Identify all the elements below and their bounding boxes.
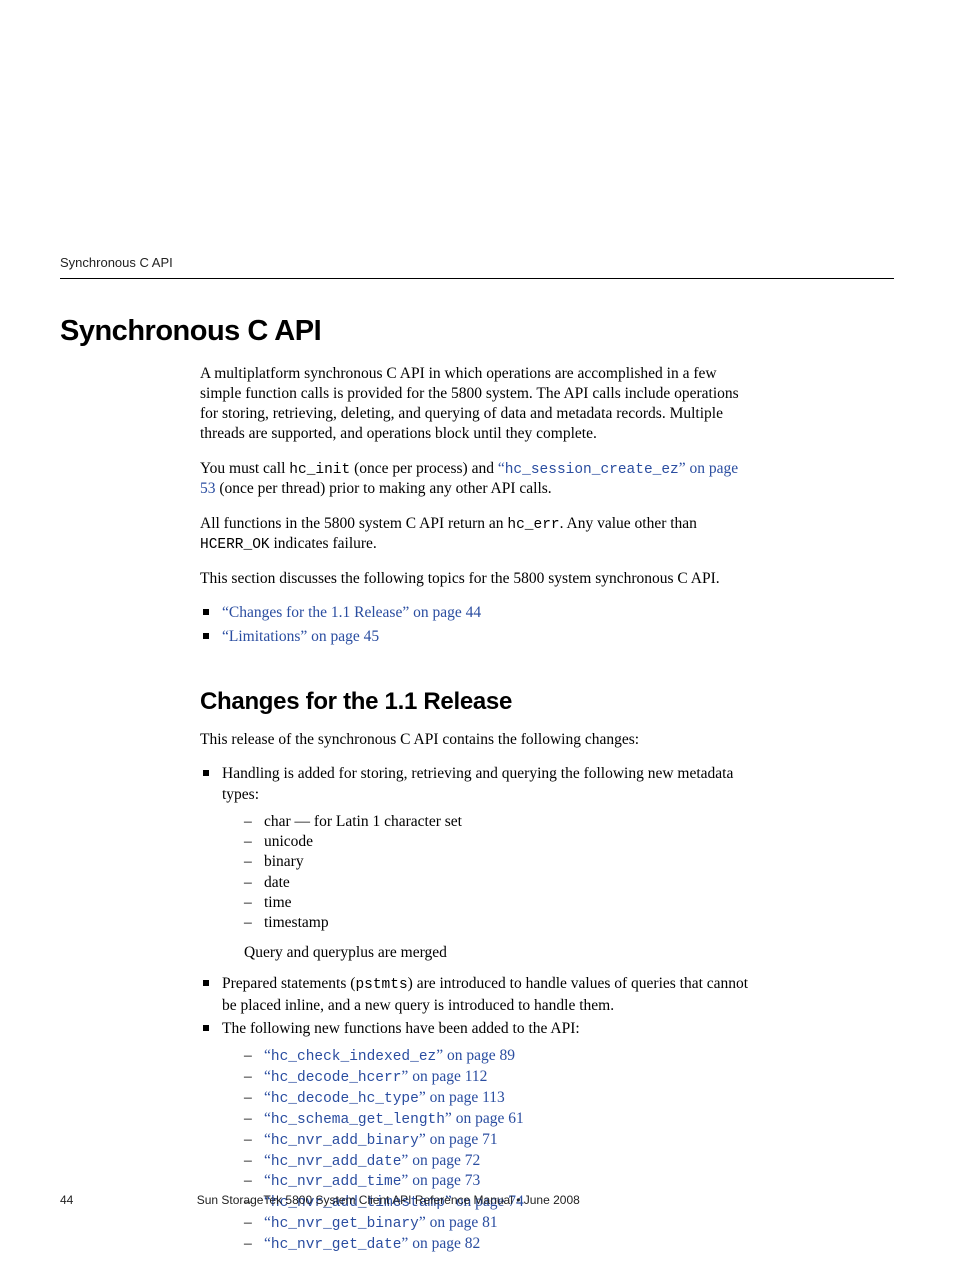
code-hc-err: hc_err [507,517,559,533]
list-item: Handling is added for storing, retrievin… [200,764,754,964]
list-item: date [244,873,754,893]
func-code: hc_nvr_get_date [271,1237,402,1253]
list-item: “hc_nvr_get_binary” on page 81 [244,1213,754,1234]
func-code: hc_nvr_get_binary [271,1216,419,1232]
link-func[interactable]: “hc_nvr_add_date” on page 72 [264,1152,480,1169]
link-func[interactable]: “hc_check_indexed_ez” on page 89 [264,1047,515,1064]
list-item: “hc_decode_hc_type” on page 113 [244,1088,754,1109]
list-item: “Changes for the 1.1 Release” on page 44 [200,603,754,624]
link-func[interactable]: “hc_decode_hc_type” on page 113 [264,1089,505,1106]
page: Synchronous C API Synchronous C API A mu… [0,0,954,1235]
func-code: hc_check_indexed_ez [271,1049,436,1065]
running-header: Synchronous C API [60,255,894,279]
link-tail: on page 71 [426,1131,498,1148]
link-func[interactable]: “hc_schema_get_length” on page 61 [264,1110,524,1127]
func-code: hc_nvr_add_date [271,1154,402,1170]
link-changes-release[interactable]: “Changes for the 1.1 Release” on page 44 [222,604,481,621]
list-item: timestamp [244,913,754,933]
changes-list: Handling is added for storing, retrievin… [200,764,754,1254]
list-item: “hc_nvr_add_date” on page 72 [244,1151,754,1172]
text: (once per thread) prior to making any ot… [216,480,552,497]
link-tail: on page 113 [426,1089,505,1106]
link-tail: on page 73 [408,1172,480,1189]
text: . Any value other than [560,515,697,532]
link-tail: on page 72 [408,1152,480,1169]
page-footer: 44 Sun StorageTek 5800 System Client API… [60,1193,894,1207]
func-code: hc_nvr_add_time [271,1174,402,1190]
text: The following new functions have been ad… [222,1020,580,1037]
link-func[interactable]: “hc_nvr_get_date” on page 82 [264,1235,480,1252]
list-item: “hc_nvr_add_time” on page 73 [244,1171,754,1192]
functions-list: “hc_check_indexed_ez” on page 89 “hc_dec… [244,1046,754,1254]
func-code: hc_decode_hc_type [271,1091,419,1107]
merged-note: Query and queryplus are merged [244,943,754,964]
list-item: “hc_schema_get_length” on page 61 [244,1109,754,1130]
link-tail: on page 81 [426,1214,498,1231]
link-tail: on page 89 [443,1047,515,1064]
link-limitations[interactable]: “Limitations” on page 45 [222,628,379,645]
text: All functions in the 5800 system C API r… [200,515,507,532]
code-pstmts: pstmts [355,977,407,993]
text: Handling is added for storing, retrievin… [222,765,733,803]
link-tail: on page 82 [408,1235,480,1252]
content-area: Synchronous C API A multiplatform synchr… [60,305,754,1269]
list-item: unicode [244,832,754,852]
code-hc-init: hc_init [289,462,350,478]
running-header-text: Synchronous C API [60,255,894,276]
running-header-rule [60,278,894,279]
list-item: Prepared statements (pstmts) are introdu… [200,974,754,1016]
link-tail: on page 61 [452,1110,524,1127]
list-item: binary [244,852,754,872]
subsection-title: Changes for the 1.1 Release [200,688,754,716]
list-item: “hc_nvr_add_binary” on page 71 [244,1130,754,1151]
changes-section: Changes for the 1.1 Release This release… [200,688,754,1255]
body-block: A multiplatform synchronous C API in whi… [200,364,754,648]
text: indicates failure. [270,535,377,552]
link-func[interactable]: “hc_nvr_add_time” on page 73 [264,1172,480,1189]
link-func[interactable]: “hc_decode_hcerr” on page 112 [264,1068,487,1085]
return-paragraph: All functions in the 5800 system C API r… [200,514,754,556]
list-item: “hc_check_indexed_ez” on page 89 [244,1046,754,1067]
link-func[interactable]: “hc_nvr_get_binary” on page 81 [264,1214,498,1231]
types-list: char — for Latin 1 character set unicode… [244,812,754,933]
list-item: “hc_decode_hcerr” on page 112 [244,1067,754,1088]
topics-intro: This section discusses the following top… [200,569,754,589]
list-item: The following new functions have been ad… [200,1019,754,1254]
func-code: hc_nvr_add_binary [271,1133,419,1149]
intro-paragraph: A multiplatform synchronous C API in whi… [200,364,754,445]
text: Prepared statements ( [222,975,355,992]
link-func[interactable]: “hc_nvr_add_binary” on page 71 [264,1131,498,1148]
func-code: hc_decode_hcerr [271,1070,402,1086]
list-item: “hc_nvr_get_date” on page 82 [244,1234,754,1255]
list-item: “Limitations” on page 45 [200,627,754,648]
text: You must call [200,460,289,477]
changes-intro: This release of the synchronous C API co… [200,730,754,750]
list-item: char — for Latin 1 character set [244,812,754,832]
list-item: time [244,893,754,913]
text: (once per process) and [350,460,498,477]
code-hcerr-ok: HCERR_OK [200,537,270,553]
section-title: Synchronous C API [60,315,754,348]
publication-info: Sun StorageTek 5800 System Client API Re… [197,1193,580,1207]
page-number: 44 [60,1193,73,1207]
code-hc-session-create-ez: hc_session_create_ez [505,462,679,478]
init-paragraph: You must call hc_init (once per process)… [200,459,754,500]
link-tail: on page 112 [408,1068,487,1085]
topics-list: “Changes for the 1.1 Release” on page 44… [200,603,754,648]
func-code: hc_schema_get_length [271,1112,445,1128]
